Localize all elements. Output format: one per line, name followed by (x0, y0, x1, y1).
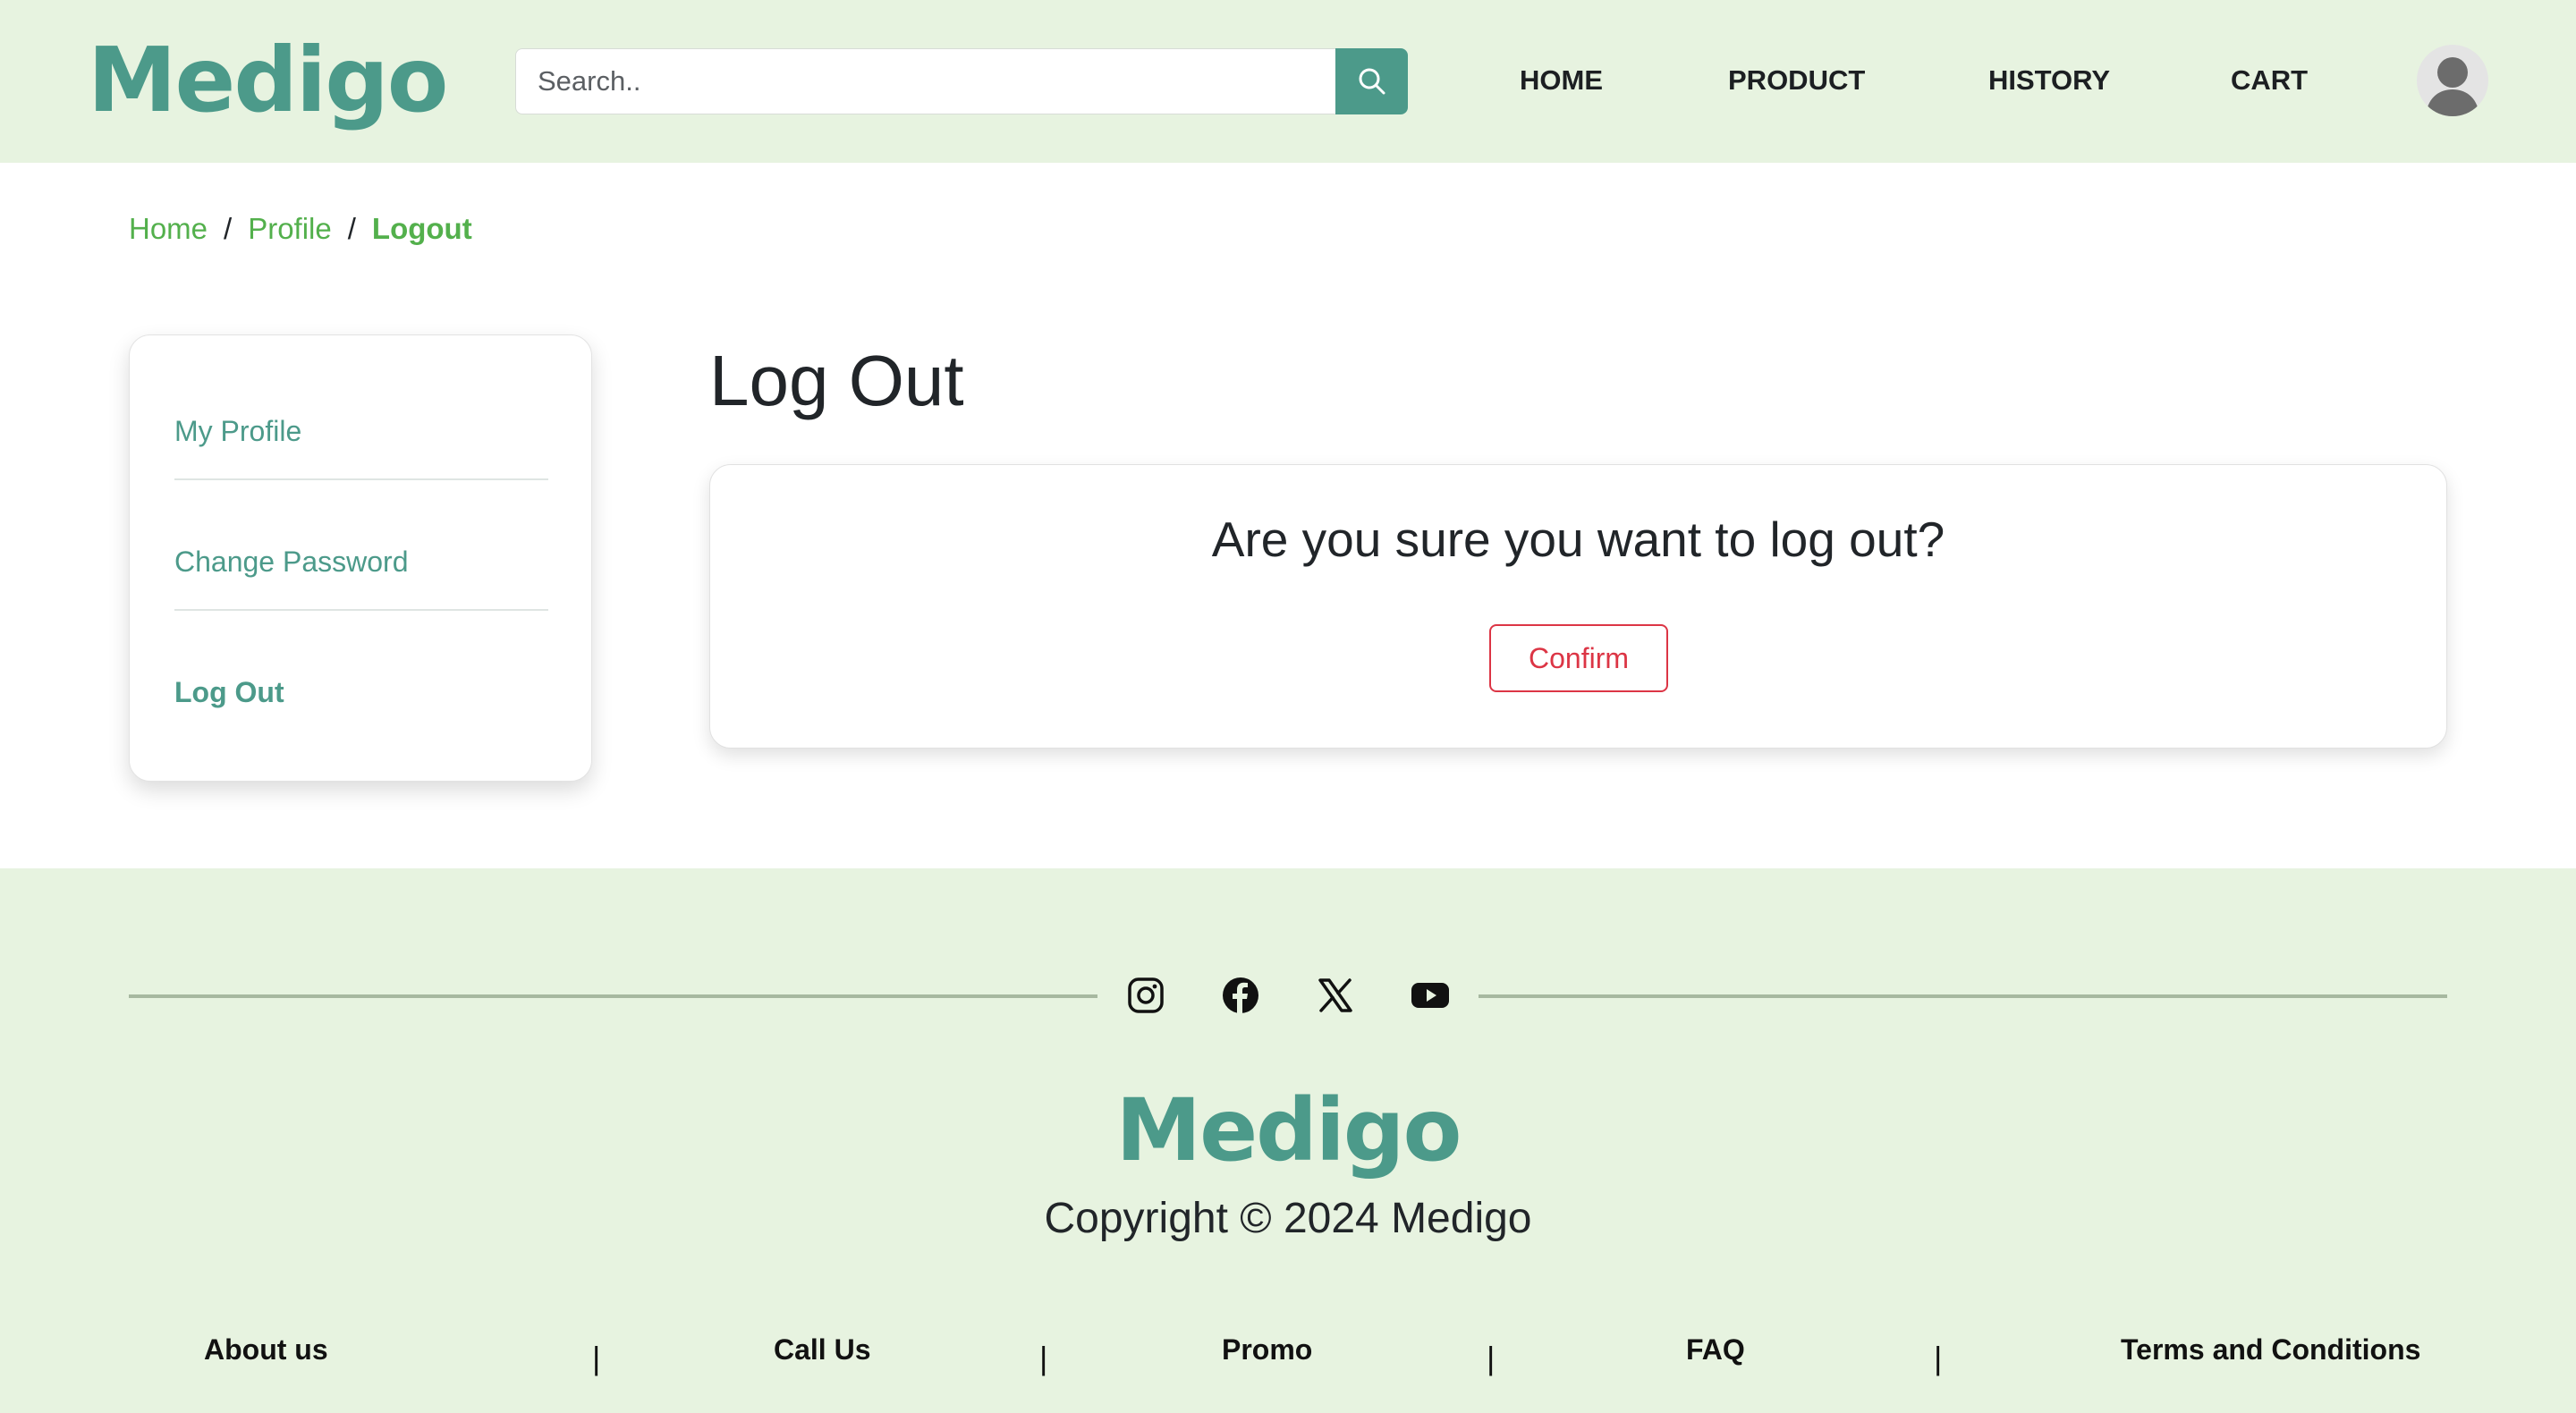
sidebar-item-my-profile[interactable]: My Profile (174, 413, 548, 449)
logo[interactable]: Medigo (88, 27, 448, 134)
sidebar-divider (174, 609, 548, 611)
footer-link-terms[interactable]: Terms and Conditions (2121, 1332, 2420, 1367)
breadcrumb-home[interactable]: Home (129, 211, 208, 247)
page-title: Log Out (709, 341, 964, 420)
youtube-icon (1411, 983, 1449, 1008)
sidebar-divider (174, 478, 548, 480)
logout-card: Are you sure you want to log out? Confir… (709, 464, 2447, 749)
footer-divider-left (129, 994, 1097, 998)
youtube-link[interactable] (1403, 969, 1457, 1022)
breadcrumb-profile[interactable]: Profile (248, 211, 332, 247)
breadcrumb-separator: / (224, 212, 233, 245)
x-icon (1318, 978, 1352, 1012)
footer-logo: Medigo (1115, 1080, 1462, 1180)
copyright-text: Copyright © 2024 Medigo (1044, 1195, 1532, 1242)
search-bar (515, 48, 1408, 114)
nav-history[interactable]: HISTORY (1988, 63, 2110, 98)
footer-link-about-us[interactable]: About us (204, 1332, 328, 1367)
instagram-icon (1128, 977, 1164, 1013)
breadcrumb: Home / Profile / Logout (129, 211, 472, 247)
search-button[interactable] (1335, 48, 1408, 114)
search-icon (1359, 68, 1385, 95)
facebook-icon (1223, 977, 1258, 1013)
facebook-link[interactable] (1214, 969, 1267, 1022)
footer-link-promo[interactable]: Promo (1222, 1332, 1312, 1367)
avatar[interactable] (2417, 45, 2488, 116)
x-link[interactable] (1309, 969, 1362, 1022)
confirm-button[interactable]: Confirm (1489, 624, 1668, 692)
nav-product[interactable]: PRODUCT (1728, 63, 1865, 98)
footer-separator: | (1487, 1340, 1496, 1376)
sidebar-item-change-password[interactable]: Change Password (174, 544, 548, 580)
nav-home[interactable]: HOME (1520, 63, 1603, 98)
footer-divider-right (1479, 994, 2447, 998)
user-avatar-icon (2426, 57, 2479, 116)
nav-cart[interactable]: CART (2231, 63, 2308, 98)
footer: Medigo Copyright © 2024 Medigo About us … (0, 868, 2576, 1413)
breadcrumb-current: Logout (371, 212, 472, 245)
logout-question: Are you sure you want to log out? (1211, 512, 1945, 567)
footer-link-faq[interactable]: FAQ (1686, 1332, 1745, 1367)
footer-separator: | (592, 1340, 601, 1376)
header: Medigo HOME PRODUCT HISTORY CART (0, 0, 2576, 163)
footer-link-call-us[interactable]: Call Us (774, 1332, 870, 1367)
search-input[interactable] (515, 48, 1335, 114)
profile-sidebar: My Profile Change Password Log Out (129, 334, 592, 782)
breadcrumb-separator: / (347, 212, 356, 245)
instagram-link[interactable] (1119, 969, 1173, 1022)
footer-separator: | (1039, 1340, 1048, 1376)
footer-separator: | (1934, 1340, 1943, 1376)
sidebar-item-log-out[interactable]: Log Out (174, 674, 548, 710)
